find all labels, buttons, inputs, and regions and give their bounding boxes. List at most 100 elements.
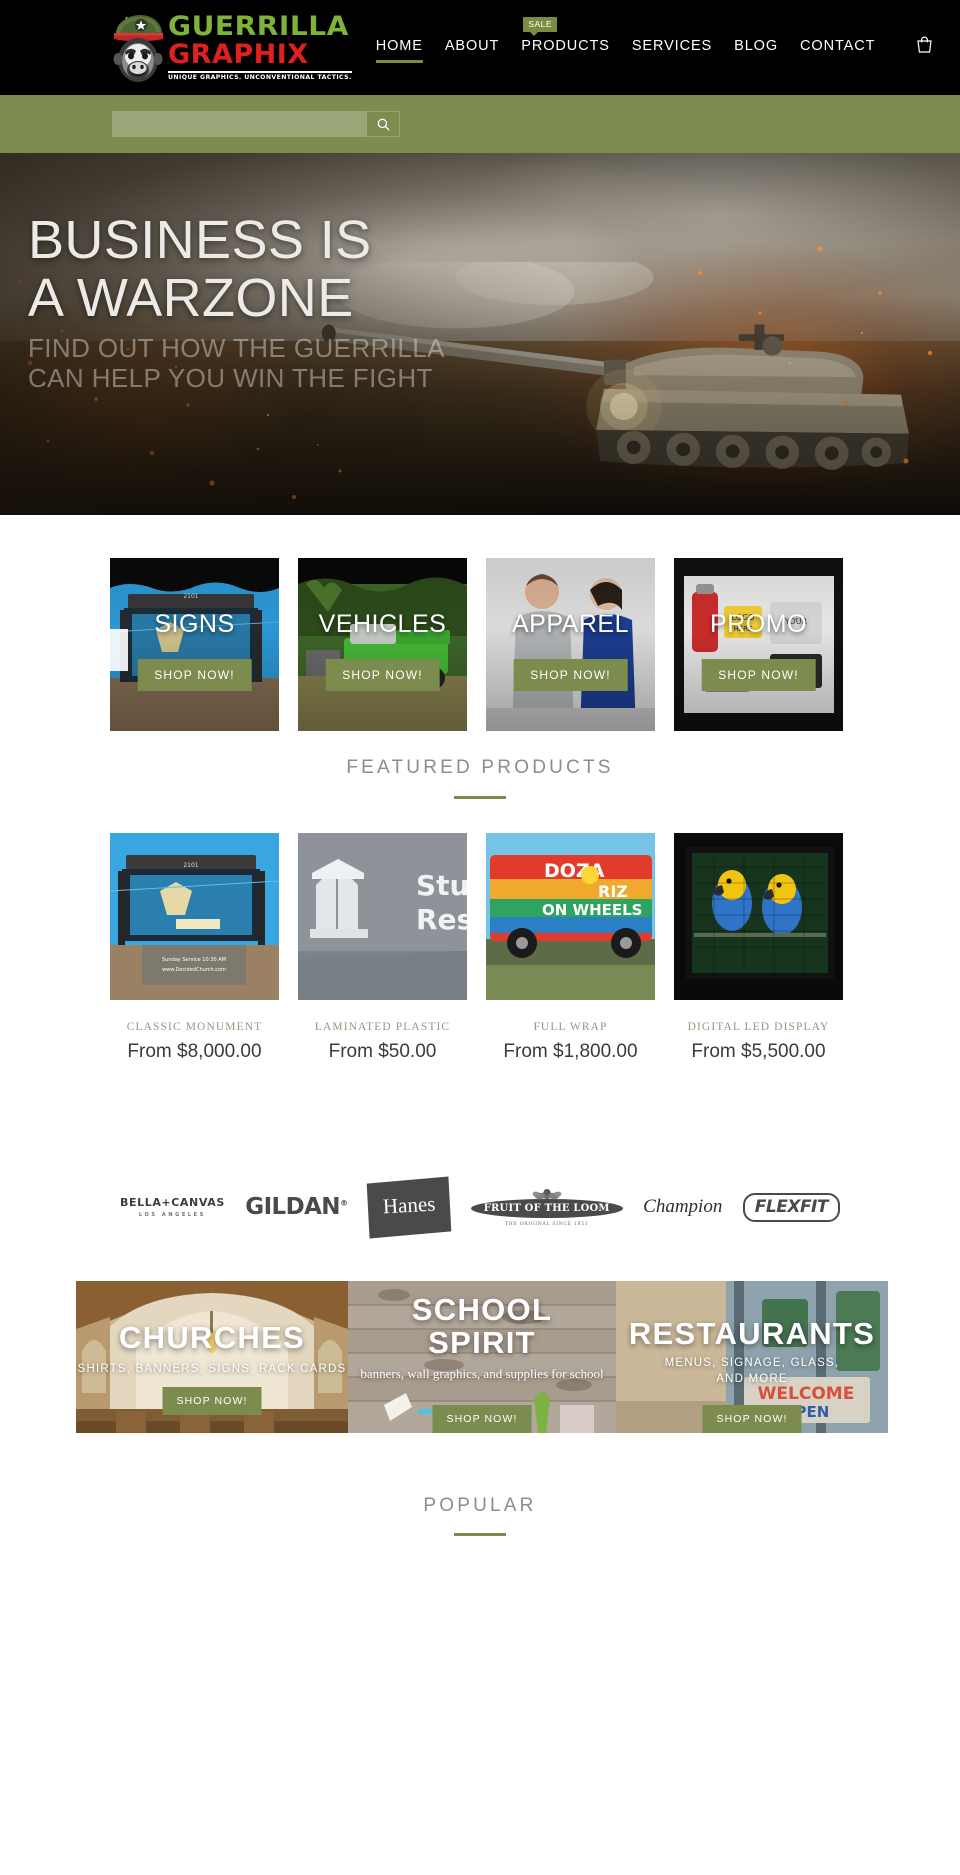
search-band [0, 84, 960, 153]
industry-banner-school-spirit[interactable]: SCHOOL SPIRIT banners, wall graphics, an… [348, 1281, 616, 1433]
category-carousel: 2101 SIGNS SHOP NOW! [0, 515, 960, 745]
brand-name: BELLA+CANVAS [120, 1196, 225, 1209]
product-image: Stude Reso [298, 833, 467, 1000]
popular-section-header: POPULAR [0, 1495, 960, 1536]
logo-divider [168, 71, 352, 74]
banner-subtitle-line-2: AND MORE [716, 1373, 788, 1385]
category-shop-button[interactable]: SHOP NOW! [137, 659, 252, 691]
search-input[interactable] [112, 111, 367, 137]
product-image [674, 833, 843, 1000]
search-button[interactable] [367, 111, 400, 137]
product-card-full-wrap[interactable]: DOZA RIZ ON WHEELS FULL WRAP From $1,800… [486, 833, 655, 1063]
banner-shop-button[interactable]: SHOP NOW! [162, 1387, 262, 1415]
nav-item-contact[interactable]: CONTACT [800, 38, 875, 63]
led-display-parrots-photo [674, 833, 843, 1000]
product-price: From $8,000.00 [127, 1041, 262, 1062]
category-card-vehicles[interactable]: VEHICLES SHOP NOW! [298, 558, 467, 731]
product-name: LAMINATED PLASTIC [314, 1021, 451, 1033]
brand-logo-gildan: GILDAN® [245, 1194, 348, 1220]
nav-item-products[interactable]: SALE PRODUCTS [521, 17, 610, 63]
banner-subtitle: banners, wall graphics, and supplies for… [360, 1366, 604, 1381]
category-shop-button[interactable]: SHOP NOW! [701, 659, 816, 691]
hero-content: BUSINESS IS A WARZONE FIND OUT HOW THE G… [28, 211, 445, 393]
svg-text:WELCOME: WELCOME [758, 1384, 855, 1404]
hero-title: BUSINESS IS A WARZONE [28, 211, 445, 327]
product-card-digital-led-display[interactable]: DIGITAL LED DISPLAY From $5,500.00 [674, 833, 843, 1063]
category-card-apparel[interactable]: APPAREL SHOP NOW! [486, 558, 655, 731]
product-card-classic-monument[interactable]: 2101 Sunday Service 10:30 AM www.Decided… [110, 833, 279, 1063]
banner-shop-button[interactable]: SHOP NOW! [432, 1405, 532, 1433]
logo-wordmark: GUERRILLA GRAPHIX UNIQUE GRAPHICS. UNCON… [168, 13, 352, 81]
category-title: VEHICLES [318, 610, 447, 638]
hero-subtitle: FIND OUT HOW THE GUERRILLA CAN HELP YOU … [28, 333, 445, 393]
category-card-signs[interactable]: 2101 SIGNS SHOP NOW! [110, 558, 279, 731]
carousel-prev-arrow[interactable] [98, 629, 128, 671]
brand-name: Hanes [382, 1191, 436, 1218]
category-card-promo[interactable]: LOGO HERE YOUR PROMO SHOP NOW! [674, 558, 843, 731]
hero-subtitle-line-1: FIND OUT HOW THE GUERRILLA [28, 333, 445, 363]
category-title: APPAREL [512, 610, 629, 638]
nav-label: BLOG [734, 38, 779, 54]
logo-tagline: UNIQUE GRAPHICS. UNCONVENTIONAL TACTICS. [168, 74, 352, 82]
gorilla-helmet-logo-icon [113, 14, 163, 82]
card-shade [486, 558, 655, 731]
main-nav: HOME ABOUT SALE PRODUCTS SERVICES BLOG C… [375, 17, 876, 63]
featured-products-row: 2101 Sunday Service 10:30 AM www.Decided… [0, 833, 960, 1063]
brand-name: FLEXFIT [754, 1196, 829, 1217]
brand-logo-bella-canvas: BELLA+CANVAS LOS ANGELES [120, 1196, 225, 1218]
industry-banner-churches[interactable]: CHURCHES SHIRTS, BANNERS, SIGNS, RACK CA… [76, 1281, 348, 1433]
nav-label: SERVICES [631, 38, 713, 54]
industry-banner-restaurants[interactable]: WELCOME OPEN RESTAURANTS MENUS, SIGNAGE,… [616, 1281, 888, 1433]
nav-label: PRODUCTS [521, 38, 610, 54]
nav-item-services[interactable]: SERVICES [632, 38, 712, 63]
product-name: FULL WRAP [533, 1021, 608, 1033]
brand-logo-flexfit: FLEXFIT [742, 1192, 840, 1222]
brand-sub: THE ORIGINAL SINCE 1851 [505, 1221, 589, 1227]
product-card-laminated-plastic[interactable]: Stude Reso LAMINATED PLASTIC From $50.00 [298, 833, 467, 1063]
banner-title-line-2: SPIRIT [428, 1325, 536, 1360]
nav-item-home[interactable]: HOME [375, 38, 423, 63]
product-price: From $50.00 [328, 1041, 437, 1062]
nav-label: CONTACT [800, 38, 876, 54]
product-name: DIGITAL LED DISPLAY [687, 1021, 830, 1033]
brand-sub: LOS ANGELES [138, 1212, 206, 1218]
category-title: SIGNS [154, 610, 235, 638]
category-shop-button[interactable]: SHOP NOW! [513, 659, 628, 691]
svg-text:ON WHEELS: ON WHEELS [542, 901, 642, 919]
svg-text:www.DecidedChurch.com: www.DecidedChurch.com [162, 967, 226, 973]
nav-item-about[interactable]: ABOUT [445, 38, 499, 63]
nav-label: HOME [375, 38, 423, 54]
svg-text:RIZ: RIZ [598, 882, 628, 901]
brand-logo-champion: Champion [643, 1196, 722, 1218]
popular-heading: POPULAR [423, 1495, 537, 1516]
product-image: DOZA RIZ ON WHEELS [486, 833, 655, 1000]
category-shop-button[interactable]: SHOP NOW! [325, 659, 440, 691]
decided-church-monument-sign-photo: 2101 Sunday Service 10:30 AM www.Decided… [110, 833, 279, 1000]
banner-shop-button[interactable]: SHOP NOW! [702, 1405, 802, 1433]
industry-banner-row: CHURCHES SHIRTS, BANNERS, SIGNS, RACK CA… [0, 1281, 960, 1433]
category-title: PROMO [710, 610, 807, 638]
featured-section-header: FEATURED PRODUCTS [0, 745, 960, 799]
section-underline [454, 1533, 506, 1536]
cart-glyph [917, 36, 932, 53]
site-header: GUERRILLA GRAPHIX UNIQUE GRAPHICS. UNCON… [0, 0, 960, 95]
nav-label: ABOUT [444, 38, 500, 54]
sale-badge: SALE [523, 17, 558, 36]
banner-title-line-1: SCHOOL [411, 1292, 553, 1327]
nav-item-blog[interactable]: BLOG [734, 38, 778, 63]
card-shade [110, 558, 279, 731]
product-name: CLASSIC MONUMENT [126, 1021, 263, 1033]
search-icon [377, 118, 389, 130]
brand-logo-hanes: Hanes [366, 1175, 452, 1239]
hero-title-line-1: BUSINESS IS [28, 210, 372, 270]
banner-subtitle-line-1: MENUS, SIGNAGE, GLASS, [664, 1357, 840, 1369]
svg-text:Sunday Service 10:30 AM: Sunday Service 10:30 AM [162, 957, 226, 963]
banner-title: CHURCHES [118, 1320, 306, 1355]
brand-logo-fruit-of-the-loom: FRUIT OF THE LOOM THE ORIGINAL SINCE 185… [470, 1188, 623, 1227]
product-price: From $1,800.00 [503, 1041, 638, 1062]
product-price: From $5,500.00 [691, 1041, 826, 1062]
site-logo[interactable]: GUERRILLA GRAPHIX UNIQUE GRAPHICS. UNCON… [110, 7, 352, 89]
hero-title-line-2: A WARZONE [28, 268, 354, 328]
hero-banner: BUSINESS IS A WARZONE FIND OUT HOW THE G… [0, 153, 960, 515]
shopping-cart-icon[interactable] [917, 36, 938, 60]
